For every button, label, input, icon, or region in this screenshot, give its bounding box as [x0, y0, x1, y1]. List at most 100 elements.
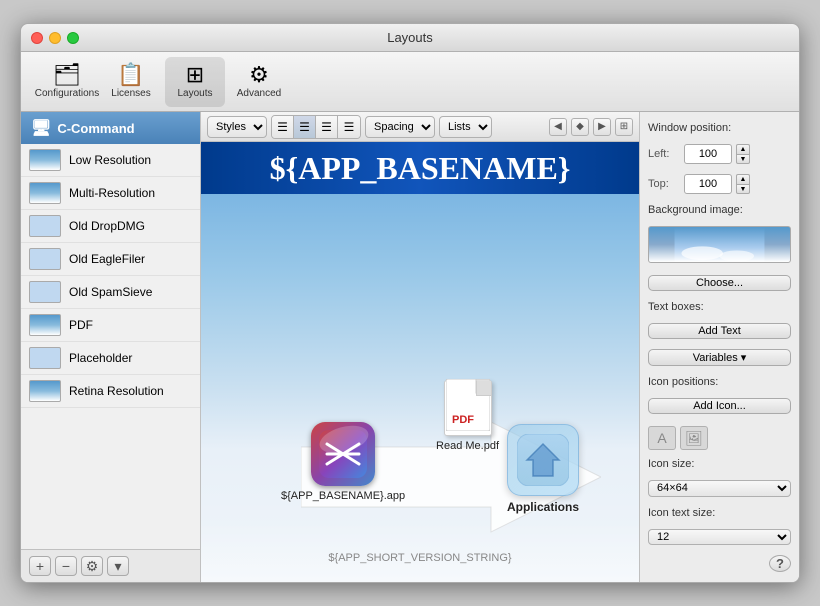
- titlebar: Layouts: [21, 24, 799, 52]
- svg-text:PDF: PDF: [452, 414, 474, 426]
- layouts-icon: ⊞: [186, 64, 204, 86]
- canvas-app-icon: ${APP_BASENAME}.app: [281, 422, 405, 502]
- sidebar-item-retina-resolution[interactable]: Retina Resolution: [21, 375, 200, 408]
- nav-prev-button[interactable]: ◀: [549, 118, 567, 136]
- top-increment[interactable]: ▲: [736, 174, 750, 184]
- advanced-icon: ⚙: [249, 64, 269, 86]
- toolbar-btn-layouts[interactable]: ⊞ Layouts: [165, 57, 225, 107]
- sidebar-item-low-resolution[interactable]: Low Resolution: [21, 144, 200, 177]
- sidebar-item-label: Old SpamSieve: [69, 285, 152, 299]
- sidebar-item-old-dropdmg[interactable]: Old DropDMG: [21, 210, 200, 243]
- sidebar-header: 🖥 C-Command: [21, 112, 200, 144]
- sidebar-item-thumb: [29, 380, 61, 402]
- left-label: Left:: [648, 148, 680, 160]
- toolbar: 🗂 Configurations 📋 Licenses ⊞ Layouts ⚙ …: [21, 52, 799, 112]
- add-text-button[interactable]: Add Text: [648, 323, 791, 339]
- align-center-button[interactable]: ☰: [294, 116, 316, 138]
- advanced-label: Advanced: [237, 88, 281, 99]
- toolbar-btn-configurations[interactable]: 🗂 Configurations: [37, 57, 97, 107]
- top-label: Top:: [648, 178, 680, 190]
- canvas-area: ${APP_BASENAME}: [201, 142, 639, 582]
- main-window: Layouts 🗂 Configurations 📋 Licenses ⊞ La…: [20, 23, 800, 583]
- icon-size-select[interactable]: 64×64 32×32 128×128: [648, 480, 791, 496]
- licenses-icon: 📋: [117, 64, 144, 86]
- right-panel: Window position: Left: ▲ ▼ Top: ▲ ▼ Back…: [639, 112, 799, 582]
- sidebar-item-label: Old DropDMG: [69, 219, 145, 233]
- top-decrement[interactable]: ▼: [736, 184, 750, 194]
- left-stepper: ▲ ▼: [736, 144, 750, 164]
- sidebar-footer: + − ⚙ ▾: [21, 549, 200, 582]
- canvas-bottom-text: ${APP_SHORT_VERSION_STRING}: [328, 552, 511, 564]
- remove-layout-button[interactable]: −: [55, 556, 77, 576]
- sidebar-item-old-spamsieve[interactable]: Old SpamSieve: [21, 276, 200, 309]
- choose-button[interactable]: Choose...: [648, 275, 791, 291]
- left-row: Left: ▲ ▼: [648, 144, 791, 164]
- toolbar-btn-licenses[interactable]: 📋 Licenses: [101, 57, 161, 107]
- add-icon-button[interactable]: Add Icon...: [648, 398, 791, 414]
- app-icon-image: [311, 422, 375, 486]
- canvas-pdf-icon: PDF Read Me.pdf: [436, 380, 499, 452]
- icon-placeholder-1: A: [648, 426, 676, 450]
- top-input[interactable]: [684, 174, 732, 194]
- canvas-title-bar: ${APP_BASENAME}: [201, 142, 639, 194]
- app-icon-label: ${APP_BASENAME}.app: [281, 490, 405, 502]
- left-increment[interactable]: ▲: [736, 144, 750, 154]
- variables-button[interactable]: Variables ▾: [648, 349, 791, 365]
- sidebar-item-label: PDF: [69, 318, 93, 332]
- icon-text-size-label: Icon text size:: [648, 507, 791, 519]
- close-button[interactable]: [31, 32, 43, 44]
- sidebar-item-label: Multi-Resolution: [69, 186, 155, 200]
- sidebar-item-pdf[interactable]: PDF: [21, 309, 200, 342]
- settings-layout-button[interactable]: ⚙: [81, 556, 103, 576]
- sidebar-item-thumb: [29, 281, 61, 303]
- add-layout-button[interactable]: +: [29, 556, 51, 576]
- more-layout-button[interactable]: ▾: [107, 556, 129, 576]
- align-justify-button[interactable]: ☰: [338, 116, 360, 138]
- sidebar-item-old-eaglefiler[interactable]: Old EagleFiler: [21, 243, 200, 276]
- align-left-button[interactable]: ☰: [272, 116, 294, 138]
- top-stepper: ▲ ▼: [736, 174, 750, 194]
- top-row: Top: ▲ ▼: [648, 174, 791, 194]
- left-input[interactable]: [684, 144, 732, 164]
- pdf-icon-image: PDF: [444, 380, 492, 436]
- text-boxes-label: Text boxes:: [648, 301, 791, 313]
- align-right-button[interactable]: ☰: [316, 116, 338, 138]
- main-panel: Styles ☰ ☰ ☰ ☰ Spacing Lists ◀ ◆ ▶ ⊞: [201, 112, 639, 582]
- icon-text-size-select[interactable]: 12 10 14: [648, 529, 791, 545]
- styles-select[interactable]: Styles: [207, 116, 267, 138]
- configurations-icon: 🗂: [53, 64, 81, 86]
- applications-icon-image: [507, 424, 579, 496]
- background-image-thumb: [648, 226, 791, 263]
- sidebar-header-icon: 🖥: [31, 118, 51, 138]
- sidebar-item-label: Placeholder: [69, 351, 132, 365]
- nav-grid-button[interactable]: ⊞: [615, 118, 633, 136]
- lists-select[interactable]: Lists: [439, 116, 492, 138]
- nav-next-button[interactable]: ▶: [593, 118, 611, 136]
- align-buttons: ☰ ☰ ☰ ☰: [271, 115, 361, 139]
- configurations-label: Configurations: [35, 88, 99, 99]
- background-image-label: Background image:: [648, 204, 791, 216]
- icon-placeholder-2: 🖼: [680, 426, 708, 450]
- sidebar-item-thumb: [29, 215, 61, 237]
- nav-diamond-button[interactable]: ◆: [571, 118, 589, 136]
- canvas-title: ${APP_BASENAME}: [270, 150, 571, 187]
- layouts-label: Layouts: [177, 88, 212, 99]
- help-button[interactable]: ?: [769, 555, 791, 572]
- spacing-select[interactable]: Spacing: [365, 116, 435, 138]
- sidebar-item-thumb: [29, 347, 61, 369]
- traffic-lights: [31, 32, 79, 44]
- licenses-label: Licenses: [111, 88, 150, 99]
- zoom-button[interactable]: [67, 32, 79, 44]
- sidebar: 🖥 C-Command Low Resolution Multi-Resolut…: [21, 112, 201, 582]
- toolbar-btn-advanced[interactable]: ⚙ Advanced: [229, 57, 289, 107]
- applications-icon-label: Applications: [507, 500, 579, 514]
- minimize-button[interactable]: [49, 32, 61, 44]
- sidebar-item-label: Low Resolution: [69, 153, 151, 167]
- sidebar-item-thumb: [29, 248, 61, 270]
- sidebar-item-placeholder[interactable]: Placeholder: [21, 342, 200, 375]
- icon-positions-label: Icon positions:: [648, 376, 791, 388]
- sidebar-item-multi-resolution[interactable]: Multi-Resolution: [21, 177, 200, 210]
- canvas-applications-icon: Applications: [507, 424, 579, 514]
- sidebar-item-thumb: [29, 182, 61, 204]
- left-decrement[interactable]: ▼: [736, 154, 750, 164]
